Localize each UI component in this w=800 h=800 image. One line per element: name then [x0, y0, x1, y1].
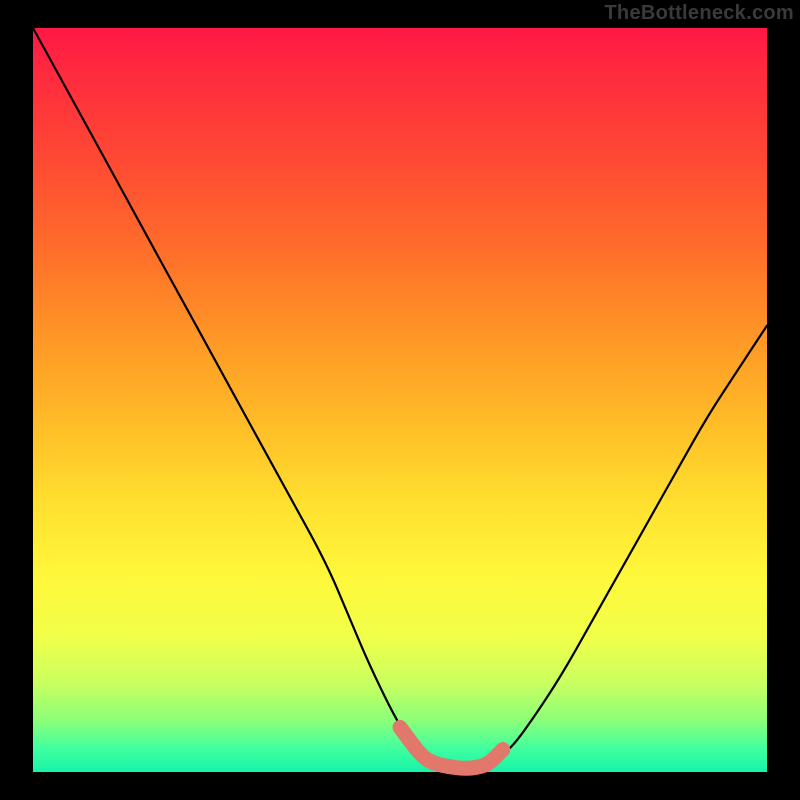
bottleneck-curve [33, 28, 767, 768]
plot-area [33, 28, 767, 772]
chart-svg [33, 28, 767, 772]
bottleneck-floor-highlight [400, 727, 503, 768]
watermark-text: TheBottleneck.com [604, 2, 794, 25]
chart-frame: TheBottleneck.com [0, 0, 800, 800]
